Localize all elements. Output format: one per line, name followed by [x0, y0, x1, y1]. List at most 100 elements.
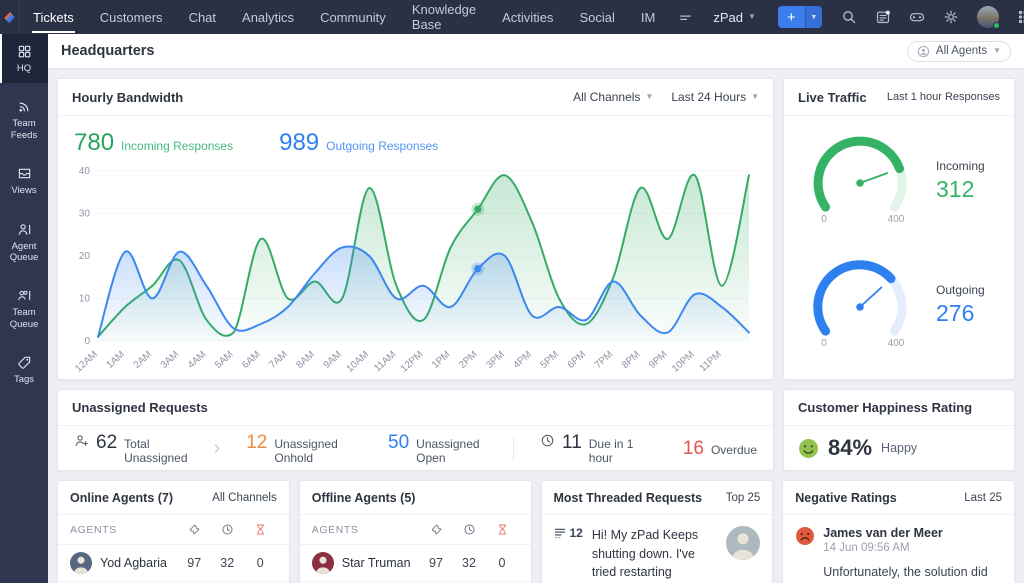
channel-filter[interactable]: All Channels ▼	[573, 90, 653, 104]
happiness-label: Happy	[881, 441, 918, 455]
agent-metric: 97	[187, 556, 202, 570]
happy-face-icon	[799, 438, 818, 458]
sidebar-item-views[interactable]: Views	[0, 156, 48, 205]
all-agents-filter[interactable]: All Agents ▼	[906, 40, 1011, 62]
stat-overdue[interactable]: 16 Overdue	[683, 438, 757, 460]
agent-row[interactable]: Star Truman 97 32 0	[299, 545, 531, 582]
stat-label: Due in 1 hour	[588, 437, 634, 465]
svg-text:5AM: 5AM	[213, 349, 236, 371]
nav-more-icon[interactable]	[668, 0, 703, 34]
sidebar-item-tags[interactable]: Tags	[0, 345, 48, 394]
main-area: Headquarters All Agents ▼ Hourly Bandwid…	[48, 34, 1024, 583]
stat-due-in-1-hour[interactable]: 11 Due in 1 hour	[540, 432, 636, 465]
nav-item-chat[interactable]: Chat	[176, 0, 229, 34]
user-avatar[interactable]	[976, 6, 1000, 29]
plus-icon[interactable]: +	[777, 6, 805, 28]
card-subtitle: Last 1 hour Responses	[886, 91, 1000, 103]
agent-metric: 32	[220, 556, 235, 570]
dashboard-grid: Hourly Bandwidth All Channels ▼ Last 24 H…	[48, 69, 1024, 583]
bandwidth-area-chart: 0 10 20 30 40 12AM 1AM 2AM 3AM 4AM 5AM 6AM 7AM 8AM 9AM…	[58, 157, 773, 379]
sidebar-item-label: Views	[11, 185, 37, 197]
nav-item-community[interactable]: Community	[307, 0, 399, 34]
team-queue-icon	[17, 288, 32, 303]
svg-text:8AM: 8AM	[294, 349, 317, 371]
nav-item-knowledge-base[interactable]: Knowledge Base	[399, 0, 489, 34]
chevron-down-icon: ▼	[747, 12, 756, 21]
clock-icon	[211, 523, 244, 536]
card-title: Most Threaded Requests	[553, 490, 703, 505]
thread-lines-icon	[554, 528, 565, 539]
nav-item-customers[interactable]: Customers	[87, 0, 176, 34]
nav-item-social[interactable]: Social	[566, 0, 627, 34]
hourglass-icon	[486, 523, 519, 536]
outgoing-gauge: 0 400 Outgoing 276	[784, 240, 1014, 364]
svg-text:10: 10	[79, 294, 91, 305]
agent-name: Yod Agbaria	[100, 556, 167, 570]
nav-item-im[interactable]: IM	[628, 0, 668, 34]
card-title: Customer Happiness Rating	[798, 400, 973, 415]
negative-rating-item[interactable]: James van der Meer 14 Jun 09:56 AM Unfor…	[783, 515, 1014, 583]
stat-value: 50	[388, 432, 410, 453]
sidebar-item-agent-queue[interactable]: Agent Queue	[0, 212, 48, 273]
stat-value: 62	[96, 432, 118, 453]
unassigned-requests-card: Unassigned Requests 62 Total Unassigned › 1…	[57, 389, 774, 471]
top-bar: Tickets Customers Chat Analytics Community Kn…	[0, 0, 1024, 34]
nav-item-tickets[interactable]: Tickets	[20, 0, 87, 34]
most-threaded-card: Most Threaded Requests Top 25 12 Hi! My …	[540, 480, 774, 583]
nav-item-analytics[interactable]: Analytics	[229, 0, 307, 34]
all-agents-label: All Agents	[935, 45, 988, 57]
product-label: zPad	[713, 9, 743, 25]
svg-text:1PM: 1PM	[430, 349, 453, 371]
svg-text:2AM: 2AM	[132, 349, 155, 371]
chevron-down-icon: ▼	[645, 92, 654, 101]
hq-icon	[17, 44, 32, 59]
quick-add-button[interactable]: + ▼	[777, 6, 822, 28]
divider	[513, 437, 515, 460]
table-header: AGENTS	[299, 514, 531, 545]
sidebar-item-team-queue[interactable]: Team Queue	[0, 278, 48, 339]
channel-filter[interactable]: All Channels	[212, 492, 277, 504]
product-switcher[interactable]: zPad ▼	[703, 10, 766, 25]
agent-metric: 0	[256, 556, 264, 570]
quick-add-dropdown[interactable]: ▼	[804, 6, 822, 28]
stat-value: 12	[246, 432, 268, 453]
gauge-dial: 0 400	[796, 129, 928, 232]
happiness-card: Customer Happiness Rating 84% Happy	[783, 389, 1015, 471]
offline-agents-card: Offline Agents (5) AGENTS Star Truman 97 32 0	[298, 480, 532, 583]
sidebar-item-team-feeds[interactable]: Team Feeds	[0, 89, 48, 150]
chevron-down-icon: ▼	[993, 46, 1001, 55]
gauge-value: 276	[936, 299, 975, 326]
stat-value: 11	[562, 432, 582, 453]
svg-text:3AM: 3AM	[159, 349, 182, 371]
svg-text:20: 20	[79, 251, 91, 262]
settings-gear-icon[interactable]	[936, 0, 966, 34]
feeds-icon	[17, 99, 32, 114]
stat-unassigned-onhold[interactable]: 12 Unassigned Onhold	[246, 432, 353, 465]
svg-text:3PM: 3PM	[484, 349, 507, 371]
stat-unassigned-open[interactable]: 50 Unassigned Open	[388, 432, 487, 465]
ticket-icon	[420, 523, 453, 536]
gamescope-icon[interactable]	[902, 0, 932, 34]
stat-total-unassigned[interactable]: 62 Total Unassigned	[74, 432, 188, 465]
sidebar-item-label: Agent Queue	[9, 240, 39, 263]
time-range-filter[interactable]: Last 24 Hours ▼	[671, 90, 759, 104]
agent-row[interactable]: Yod Agbaria 97 32 0	[58, 545, 289, 582]
app-logo[interactable]	[0, 0, 20, 34]
thread-list-item[interactable]: 12 Hi! My zPad Keeps shutting down. I've…	[542, 515, 773, 583]
svg-text:8PM: 8PM	[620, 349, 643, 371]
thread-subject: Hi! My zPad Keeps shutting down. I've tr…	[591, 528, 699, 579]
thread-count: 12	[554, 526, 583, 583]
svg-text:7AM: 7AM	[267, 349, 290, 371]
agent-avatar	[311, 552, 334, 574]
sidebar-item-hq[interactable]: HQ	[0, 34, 48, 84]
gauge-label: Incoming	[936, 158, 985, 173]
gauge-value: 312	[936, 175, 975, 202]
search-icon[interactable]	[834, 0, 864, 34]
notifications-icon[interactable]	[868, 0, 898, 34]
nav-item-activities[interactable]: Activities	[489, 0, 566, 34]
requester-avatar	[726, 526, 761, 560]
card-title: Negative Ratings	[795, 490, 897, 505]
apps-grid-icon[interactable]	[1010, 0, 1024, 34]
svg-text:10PM: 10PM	[670, 349, 697, 375]
stat-label: Unassigned Onhold	[274, 437, 338, 465]
